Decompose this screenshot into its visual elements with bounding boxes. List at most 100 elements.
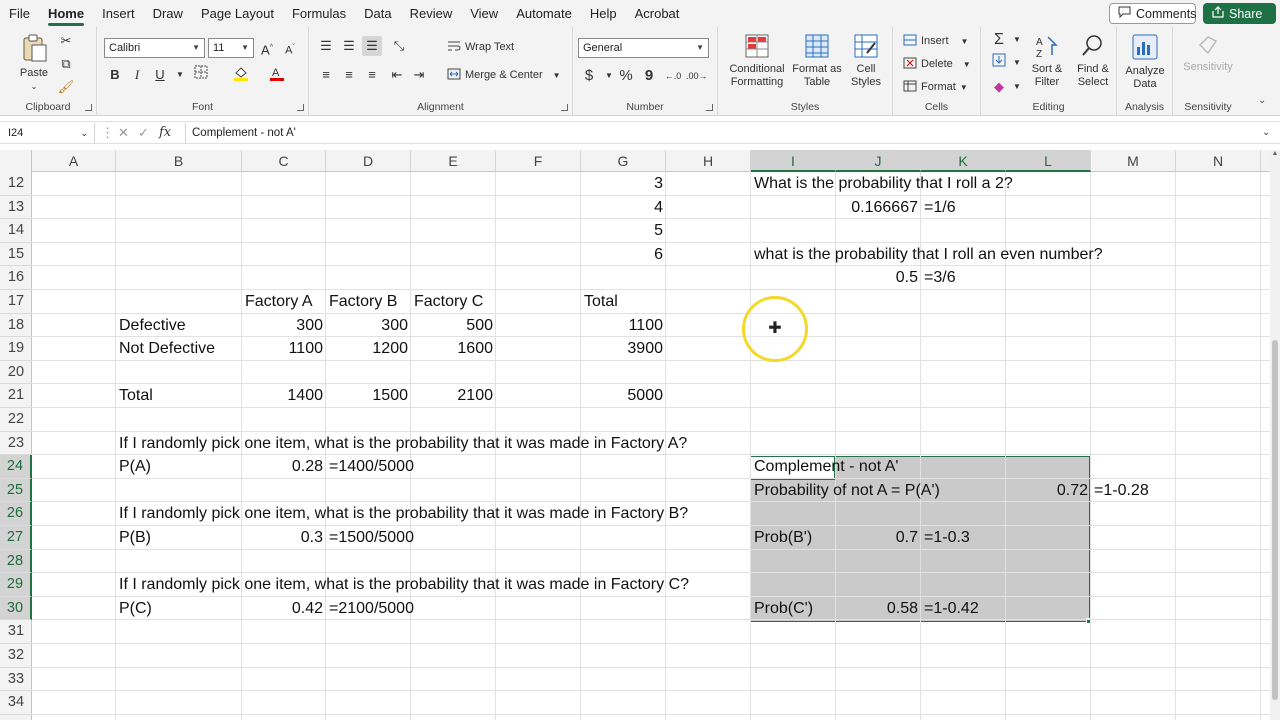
tab-acrobat[interactable]: Acrobat [626,0,689,27]
tab-page-layout[interactable]: Page Layout [192,0,283,27]
cell-c27[interactable]: 0.3 [242,526,326,550]
column-header-c[interactable]: C [242,150,326,172]
format-painter-icon[interactable]: 🖌 [56,77,76,97]
conditional-formatting-button[interactable]: Conditional Formatting [726,33,788,89]
insert-function-icon[interactable]: fx [159,123,171,143]
clear-icon[interactable]: ◆ [989,77,1009,97]
row-header-16[interactable]: 16 [0,266,32,290]
find-select-button[interactable]: Find & Select [1071,33,1115,89]
cell-c17[interactable]: Factory A [242,290,316,314]
column-header-b[interactable]: B [116,150,242,172]
vertical-scrollbar[interactable]: ▲ [1270,150,1280,720]
font-launcher-icon[interactable] [297,104,304,111]
percent-button[interactable]: % [616,66,636,86]
tab-home[interactable]: Home [39,0,93,27]
row-header-14[interactable]: 14 [0,219,32,243]
cancel-icon[interactable]: ✕ [118,123,129,143]
comma-style-button[interactable]: 9 [639,66,659,86]
align-right-icon[interactable]: ≡ [362,65,382,85]
decrease-decimal-icon[interactable]: .00→ [686,66,708,86]
cell-b21[interactable]: Total [116,384,156,408]
cell-d21[interactable]: 1500 [326,384,411,408]
cell-i15[interactable]: what is the probability that I roll an e… [751,243,1106,267]
row-header-21[interactable]: 21 [0,384,32,408]
row-header-15[interactable]: 15 [0,243,32,267]
clipboard-launcher-icon[interactable] [85,104,92,111]
more-options-icon[interactable]: ⋮ [101,123,114,143]
bottom-align-icon[interactable]: ☰ [362,36,382,56]
cell-e17[interactable]: Factory C [411,290,486,314]
cell-e19[interactable]: 1600 [411,337,496,361]
tab-view[interactable]: View [461,0,507,27]
decrease-indent-icon[interactable]: ⇤ [387,65,407,85]
italic-button[interactable]: I [127,65,147,85]
cell-g21[interactable]: 5000 [581,384,666,408]
cell-k16[interactable]: =3/6 [921,266,959,290]
cell-d19[interactable]: 1200 [326,337,411,361]
tab-data[interactable]: Data [355,0,400,27]
top-align-icon[interactable]: ☰ [316,36,336,56]
enter-icon[interactable]: ✓ [138,123,149,143]
column-header-k[interactable]: K [921,150,1006,172]
tab-insert[interactable]: Insert [93,0,144,27]
cell-j27[interactable]: 0.7 [836,526,921,550]
tab-help[interactable]: Help [581,0,626,27]
cell-b24[interactable]: P(A) [116,455,154,479]
row-header-25[interactable]: 25 [0,478,32,503]
cell-b27[interactable]: P(B) [116,526,154,550]
tab-review[interactable]: Review [401,0,462,27]
merge-center-button[interactable]: Merge & Center ▼ [447,65,561,85]
bold-button[interactable]: B [105,65,125,85]
tab-automate[interactable]: Automate [507,0,581,27]
cell-i12[interactable]: What is the probability that I roll a 2? [751,172,1016,196]
increase-indent-icon[interactable]: ⇥ [409,65,429,85]
font-color-icon[interactable]: A [267,65,287,85]
column-header-a[interactable]: A [32,150,116,172]
increase-decimal-icon[interactable]: ←.0 [663,66,683,86]
cell-g17[interactable]: Total [581,290,621,314]
cell-k13[interactable]: =1/6 [921,196,959,220]
cell-j13[interactable]: 0.166667 [836,196,921,220]
row-header-32[interactable]: 32 [0,644,32,668]
cell-c18[interactable]: 300 [242,314,326,338]
worksheet-grid[interactable]: ABCDEFGHIJKLMN 12 13 14 15 16 17 18 19 20 21 22 23 2… [0,150,1270,720]
decrease-font-size-icon[interactable]: Aˇ [280,38,300,58]
cell-d24[interactable]: =1400/5000 [326,455,417,479]
cell-d30[interactable]: =2100/5000 [326,597,417,621]
paste-dropdown-icon[interactable]: ⌄ [14,80,54,93]
chevron-down-icon[interactable]: ▼ [1007,53,1027,73]
row-header-30[interactable]: 30 [0,596,32,621]
tab-formulas[interactable]: Formulas [283,0,355,27]
cell-g18[interactable]: 1100 [581,314,666,338]
scrollbar-thumb[interactable] [1272,340,1278,700]
cell-j16[interactable]: 0.5 [836,266,921,290]
row-header-13[interactable]: 13 [0,196,32,220]
row-header-28[interactable]: 28 [0,549,32,574]
cell-b30[interactable]: P(C) [116,597,155,621]
cell-l25[interactable]: 0.72 [1006,479,1091,503]
cell-i27[interactable]: Prob(B') [751,526,815,550]
share-button[interactable]: Share [1203,3,1276,24]
row-header-19[interactable]: 19 [0,337,32,361]
expand-formula-bar-icon[interactable]: ⌄ [1262,123,1270,143]
collapse-ribbon-icon[interactable]: ⌄ [1258,95,1266,106]
paste-button[interactable]: Paste ⌄ [14,33,54,93]
row-header-31[interactable]: 31 [0,620,32,644]
delete-cells-button[interactable]: Delete ▼ [903,54,971,74]
cell-b29[interactable]: If I randomly pick one item, what is the… [116,573,692,597]
row-header-23[interactable]: 23 [0,432,32,456]
cell-d27[interactable]: =1500/5000 [326,526,417,550]
cell-e18[interactable]: 500 [411,314,496,338]
chevron-down-icon[interactable]: ▼ [1007,30,1027,50]
fill-color-icon[interactable] [231,65,251,85]
cell-c30[interactable]: 0.42 [242,597,326,621]
currency-button[interactable]: $ [579,66,599,86]
cell-c19[interactable]: 1100 [242,337,326,361]
row-header-20[interactable]: 20 [0,361,32,385]
row-header-12[interactable]: 12 [0,172,32,196]
font-name-combo[interactable]: Calibri ▼ [104,38,205,58]
number-format-combo[interactable]: General ▼ [578,38,709,58]
column-header-i[interactable]: I [751,150,836,172]
insert-cells-button[interactable]: Insert ▼ [903,31,968,51]
tab-file[interactable]: File [0,0,39,27]
